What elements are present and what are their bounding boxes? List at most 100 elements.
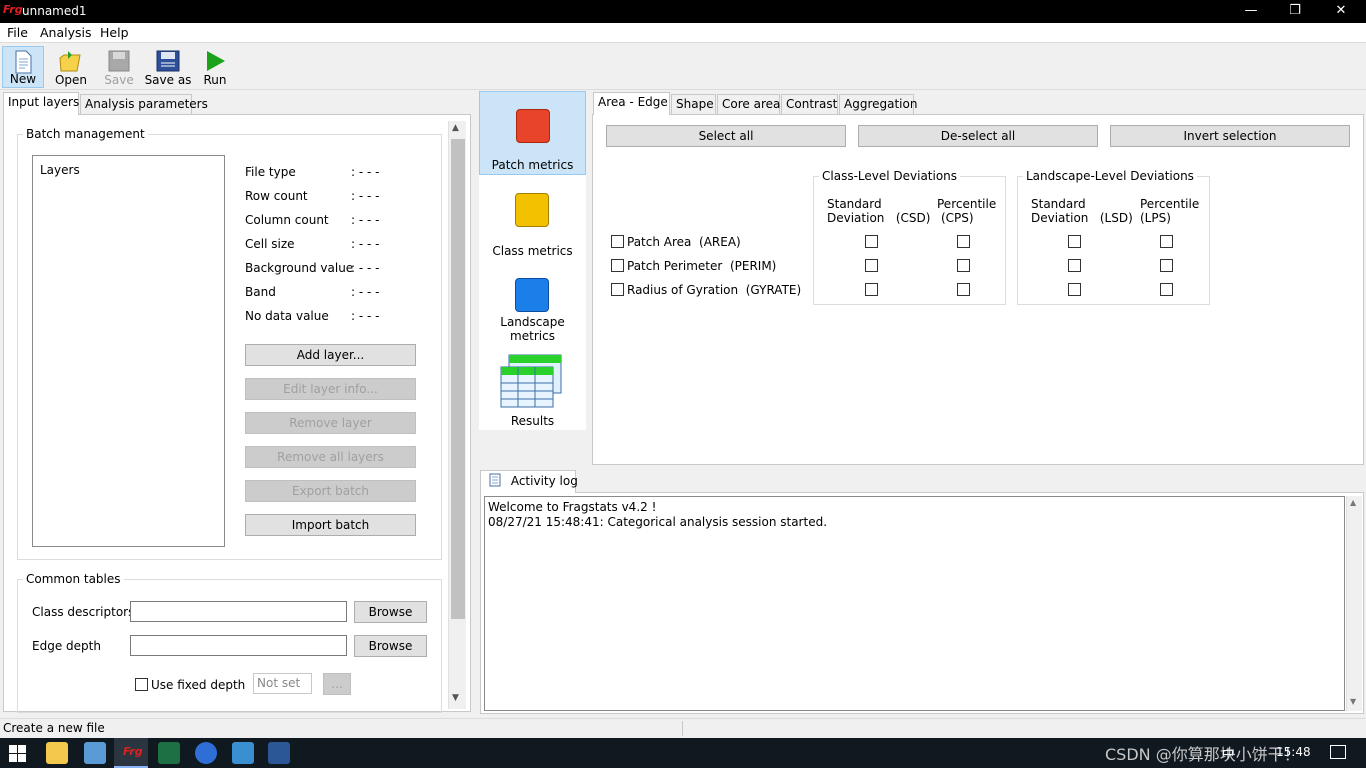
patch-metrics-icon xyxy=(516,109,550,143)
tab-contrast[interactable]: Contrast xyxy=(781,94,838,115)
patch-perimeter-cps-checkbox[interactable] xyxy=(957,259,970,272)
class-descriptors-browse-button[interactable]: Browse xyxy=(354,601,427,623)
row-count-value: : - - - xyxy=(351,189,380,203)
edge-depth-input[interactable] xyxy=(130,635,347,656)
import-batch-button[interactable]: Import batch xyxy=(245,514,416,536)
patch-area-lsd-checkbox[interactable] xyxy=(1068,235,1081,248)
edit-layer-info-button[interactable]: Edit layer info... xyxy=(245,378,416,400)
tab-activity-log[interactable]: Activity log xyxy=(480,470,578,493)
edge-depth-label: Edge depth xyxy=(32,639,101,653)
radius-of-gyration-lps-checkbox[interactable] xyxy=(1160,283,1173,296)
notepad-icon[interactable] xyxy=(84,742,106,764)
menu-bar: File Analysis Help xyxy=(0,23,1366,43)
radius-of-gyration-cps-checkbox[interactable] xyxy=(957,283,970,296)
tab-core-area[interactable]: Core area xyxy=(717,94,780,115)
clock-time[interactable]: 15:48 xyxy=(1276,745,1311,759)
fragstats-taskbar-item[interactable]: Frg xyxy=(114,738,148,768)
notifications-icon[interactable] xyxy=(1330,745,1346,759)
search-app-icon[interactable] xyxy=(232,742,254,764)
metrics-sidebar: Patch metrics Class metrics Landscape me… xyxy=(479,91,586,430)
tab-aggregation[interactable]: Aggregation xyxy=(839,94,917,115)
open-button[interactable]: Open xyxy=(50,46,92,88)
restore-button[interactable]: ❐ xyxy=(1272,0,1318,23)
lps-header-line2: (LPS) xyxy=(1140,211,1171,225)
file-explorer-icon[interactable] xyxy=(46,742,68,764)
patch-area-csd-checkbox[interactable] xyxy=(865,235,878,248)
fixed-depth-ellipsis-button[interactable]: ... xyxy=(323,673,351,695)
sidebar-item-patch-metrics[interactable]: Patch metrics xyxy=(479,91,586,175)
no-data-value-label: No data value xyxy=(245,309,329,323)
sidebar-item-results[interactable]: Results xyxy=(479,346,586,430)
log-scroll-up-icon[interactable]: ▲ xyxy=(1350,498,1356,507)
tab-analysis-parameters[interactable]: Analysis parameters xyxy=(80,94,208,115)
save-disk-icon xyxy=(108,50,130,72)
lps-header-line1: Percentile xyxy=(1140,197,1200,211)
radius-of-gyration-csd-checkbox[interactable] xyxy=(865,283,878,296)
browser-icon[interactable] xyxy=(195,742,217,764)
patch-area-label: Patch Area (AREA) xyxy=(627,235,741,249)
save-button[interactable]: Save xyxy=(98,46,140,88)
tab-area-edge[interactable]: Area - Edge xyxy=(593,92,670,115)
patch-area-cps-checkbox[interactable] xyxy=(957,235,970,248)
deselect-all-button[interactable]: De-select all xyxy=(858,125,1098,147)
patch-perimeter-lps-checkbox[interactable] xyxy=(1160,259,1173,272)
row-count-label: Row count xyxy=(245,189,308,203)
scroll-down-icon[interactable]: ▼ xyxy=(452,693,459,703)
excel-icon[interactable] xyxy=(158,742,180,764)
tab-input-layers[interactable]: Input layers xyxy=(3,92,79,115)
patch-perimeter-csd-checkbox[interactable] xyxy=(865,259,878,272)
class-descriptors-label: Class descriptors xyxy=(32,605,135,619)
windows-start-icon[interactable] xyxy=(9,745,26,762)
menu-file[interactable]: File xyxy=(7,25,28,40)
select-all-button[interactable]: Select all xyxy=(606,125,846,147)
radius-of-gyration-label: Radius of Gyration (GYRATE) xyxy=(627,283,802,297)
radius-of-gyration-lsd-checkbox[interactable] xyxy=(1068,283,1081,296)
fixed-depth-input[interactable]: Not set xyxy=(253,673,312,694)
log-scroll-down-icon[interactable]: ▼ xyxy=(1350,697,1356,706)
word-icon[interactable] xyxy=(268,742,290,764)
remove-all-layers-button[interactable]: Remove all layers xyxy=(245,446,416,468)
patch-area-lps-checkbox[interactable] xyxy=(1160,235,1173,248)
class-level-deviations-title: Class-Level Deviations xyxy=(819,169,961,183)
scrollbar-thumb[interactable] xyxy=(451,139,465,619)
sidebar-item-landscape-metrics[interactable]: Landscape metrics xyxy=(479,261,586,345)
landscape-level-deviations-group xyxy=(1017,176,1210,305)
taskbar: Frg CSDN @你算那块小饼干！ 中 15:48 xyxy=(0,738,1366,768)
file-type-value: : - - - xyxy=(351,165,380,179)
save-as-button[interactable]: Save as xyxy=(144,46,192,88)
activity-log-scrollbar[interactable]: ▲ ▼ xyxy=(1346,496,1362,711)
invert-selection-button[interactable]: Invert selection xyxy=(1110,125,1350,147)
background-value-label: Background value xyxy=(245,261,354,275)
layers-list[interactable]: Layers xyxy=(32,155,225,547)
app-logo-icon: Frg xyxy=(3,3,23,16)
sidebar-item-class-metrics[interactable]: Class metrics xyxy=(479,176,586,260)
activity-log-panel: Welcome to Fragstats v4.2 ! 08/27/21 15:… xyxy=(480,492,1364,714)
patch-perimeter-lsd-checkbox[interactable] xyxy=(1068,259,1081,272)
band-value: : - - - xyxy=(351,285,380,299)
left-panel-scrollbar[interactable]: ▲ ▼ xyxy=(448,121,466,709)
minimize-button[interactable]: — xyxy=(1228,0,1274,23)
class-descriptors-input[interactable] xyxy=(130,601,347,622)
radius-of-gyration-checkbox[interactable] xyxy=(611,283,624,296)
patch-perimeter-checkbox[interactable] xyxy=(611,259,624,272)
close-button[interactable]: ✕ xyxy=(1318,0,1364,23)
remove-layer-button[interactable]: Remove layer xyxy=(245,412,416,434)
export-batch-button[interactable]: Export batch xyxy=(245,480,416,502)
file-type-label: File type xyxy=(245,165,296,179)
edge-depth-browse-button[interactable]: Browse xyxy=(354,635,427,657)
toolbar: New Open Save Save as Run xyxy=(0,44,1366,90)
use-fixed-depth-checkbox[interactable] xyxy=(135,678,148,691)
add-layer-button[interactable]: Add layer... xyxy=(245,344,416,366)
tab-shape[interactable]: Shape xyxy=(671,94,716,115)
new-button[interactable]: New xyxy=(2,46,44,88)
menu-analysis[interactable]: Analysis xyxy=(40,25,92,40)
input-layers-panel: Batch management Layers File type : - - … xyxy=(3,114,471,713)
no-data-value-value: : - - - xyxy=(351,309,380,323)
status-bar: Create a new file xyxy=(0,718,1366,738)
patch-area-checkbox[interactable] xyxy=(611,235,624,248)
menu-help[interactable]: Help xyxy=(100,25,129,40)
activity-log-text[interactable]: Welcome to Fragstats v4.2 ! 08/27/21 15:… xyxy=(484,496,1345,711)
scroll-up-icon[interactable]: ▲ xyxy=(452,123,459,133)
run-button[interactable]: Run xyxy=(196,46,234,88)
input-language-indicator[interactable]: 中 xyxy=(1222,745,1234,762)
